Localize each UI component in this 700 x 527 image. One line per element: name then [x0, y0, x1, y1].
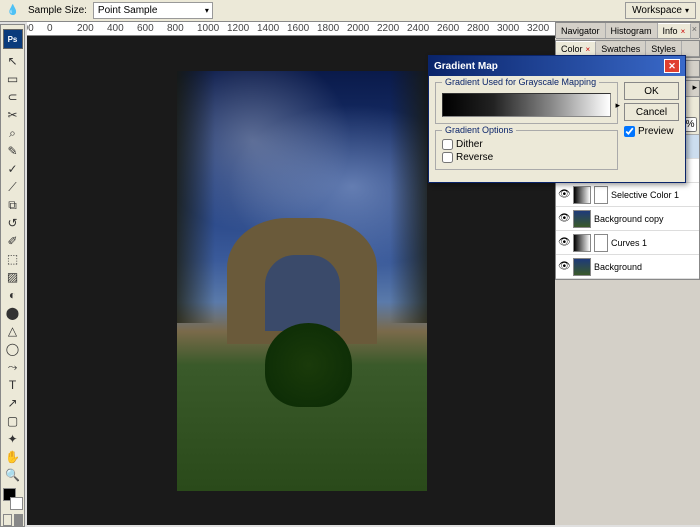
layer-thumb[interactable]: [573, 210, 591, 228]
visibility-icon[interactable]: 👁: [558, 237, 570, 248]
dialog-titlebar[interactable]: Gradient Map ✕: [429, 56, 685, 76]
ok-button[interactable]: OK: [624, 82, 679, 100]
tool-23[interactable]: 🔍: [3, 466, 23, 484]
sample-size-value: Point Sample: [98, 5, 157, 16]
group1-legend: Gradient Used for Grayscale Mapping: [442, 77, 599, 87]
layer-row[interactable]: 👁 Selective Color 1: [556, 183, 699, 207]
visibility-icon[interactable]: 👁: [558, 189, 570, 200]
tool-16[interactable]: ◯: [3, 340, 23, 358]
layer-thumb[interactable]: [573, 258, 591, 276]
tool-17[interactable]: ⤳: [3, 358, 23, 376]
gradient-map-dialog: Gradient Map ✕ Gradient Used for Graysca…: [428, 55, 686, 183]
tab-swatches[interactable]: Swatches: [596, 41, 646, 56]
tool-5[interactable]: ✎: [3, 142, 23, 160]
sample-size-label: Sample Size:: [28, 5, 87, 16]
eyedropper-icon: 💧: [4, 2, 22, 20]
layer-thumb[interactable]: [573, 186, 591, 204]
gradient-options-group: Gradient Options Dither Reverse: [435, 130, 618, 170]
visibility-icon[interactable]: 👁: [558, 213, 570, 224]
sample-size-dropdown[interactable]: Point Sample: [93, 2, 213, 19]
image-content: [177, 71, 427, 491]
tool-7[interactable]: ⟋: [3, 178, 23, 196]
tab-navigator[interactable]: Navigator: [556, 23, 606, 38]
tool-9[interactable]: ↺: [3, 214, 23, 232]
layer-thumb[interactable]: [573, 234, 591, 252]
tool-2[interactable]: ⊂: [3, 88, 23, 106]
quickmask-icons[interactable]: [3, 514, 23, 526]
preview-checkbox[interactable]: [624, 126, 635, 137]
panel-menu-icon[interactable]: ▸: [692, 82, 697, 93]
group2-legend: Gradient Options: [442, 125, 516, 135]
color-swatches[interactable]: [3, 488, 23, 510]
tab-color[interactable]: Color×: [556, 41, 596, 56]
tool-14[interactable]: ⬤: [3, 304, 23, 322]
layer-mask[interactable]: [594, 186, 608, 204]
tool-6[interactable]: ✓: [3, 160, 23, 178]
tool-15[interactable]: △: [3, 322, 23, 340]
background-color[interactable]: [10, 497, 23, 510]
navigator-panel: NavigatorHistogramInfo× ×: [555, 22, 700, 38]
dialog-title-text: Gradient Map: [434, 61, 498, 72]
tool-10[interactable]: ✐: [3, 232, 23, 250]
tool-20[interactable]: ▢: [3, 412, 23, 430]
tool-4[interactable]: ⌕: [3, 124, 23, 142]
close-icon[interactable]: ✕: [664, 59, 680, 73]
layer-name: Curves 1: [611, 238, 697, 248]
tool-8[interactable]: ⧉: [3, 196, 23, 214]
layer-row[interactable]: 👁 Background: [556, 255, 699, 279]
tool-19[interactable]: ↗: [3, 394, 23, 412]
layer-mask[interactable]: [594, 234, 608, 252]
tab-info[interactable]: Info×: [658, 23, 692, 38]
dither-checkbox[interactable]: [442, 139, 453, 150]
tool-3[interactable]: ✂: [3, 106, 23, 124]
panel-close-icon[interactable]: ×: [692, 24, 697, 34]
tab-styles[interactable]: Styles: [646, 41, 682, 56]
options-bar: 💧 Sample Size: Point Sample Workspace: [0, 0, 700, 22]
tool-1[interactable]: ▭: [3, 70, 23, 88]
tool-12[interactable]: ▨: [3, 268, 23, 286]
reverse-checkbox[interactable]: [442, 152, 453, 163]
tab-histogram[interactable]: Histogram: [606, 23, 658, 38]
tool-13[interactable]: ◐: [3, 286, 23, 304]
tool-18[interactable]: T: [3, 376, 23, 394]
tab-close-icon[interactable]: ×: [586, 45, 591, 54]
tab-close-icon[interactable]: ×: [681, 27, 686, 36]
tool-21[interactable]: ✦: [3, 430, 23, 448]
layer-name: Selective Color 1: [611, 190, 697, 200]
tool-0[interactable]: ↖: [3, 52, 23, 70]
layer-name: Background: [594, 262, 697, 272]
tool-palette: Ps ↖▭⊂✂⌕✎✓⟋⧉↺✐⬚▨◐⬤△◯⤳T↗▢✦✋🔍: [0, 24, 25, 527]
reverse-checkbox-row[interactable]: Reverse: [442, 152, 611, 163]
visibility-icon[interactable]: 👁: [558, 261, 570, 272]
layer-row[interactable]: 👁 Background copy: [556, 207, 699, 231]
gradient-mapping-group: Gradient Used for Grayscale Mapping: [435, 82, 618, 124]
ps-logo: Ps: [3, 29, 23, 49]
tool-22[interactable]: ✋: [3, 448, 23, 466]
cancel-button[interactable]: Cancel: [624, 103, 679, 121]
layer-name: Background copy: [594, 214, 697, 224]
workspace-button[interactable]: Workspace: [625, 2, 696, 19]
dither-checkbox-row[interactable]: Dither: [442, 139, 611, 150]
gradient-preview[interactable]: [442, 93, 611, 117]
tool-11[interactable]: ⬚: [3, 250, 23, 268]
layer-row[interactable]: 👁 Curves 1: [556, 231, 699, 255]
preview-checkbox-row[interactable]: Preview: [624, 126, 679, 137]
